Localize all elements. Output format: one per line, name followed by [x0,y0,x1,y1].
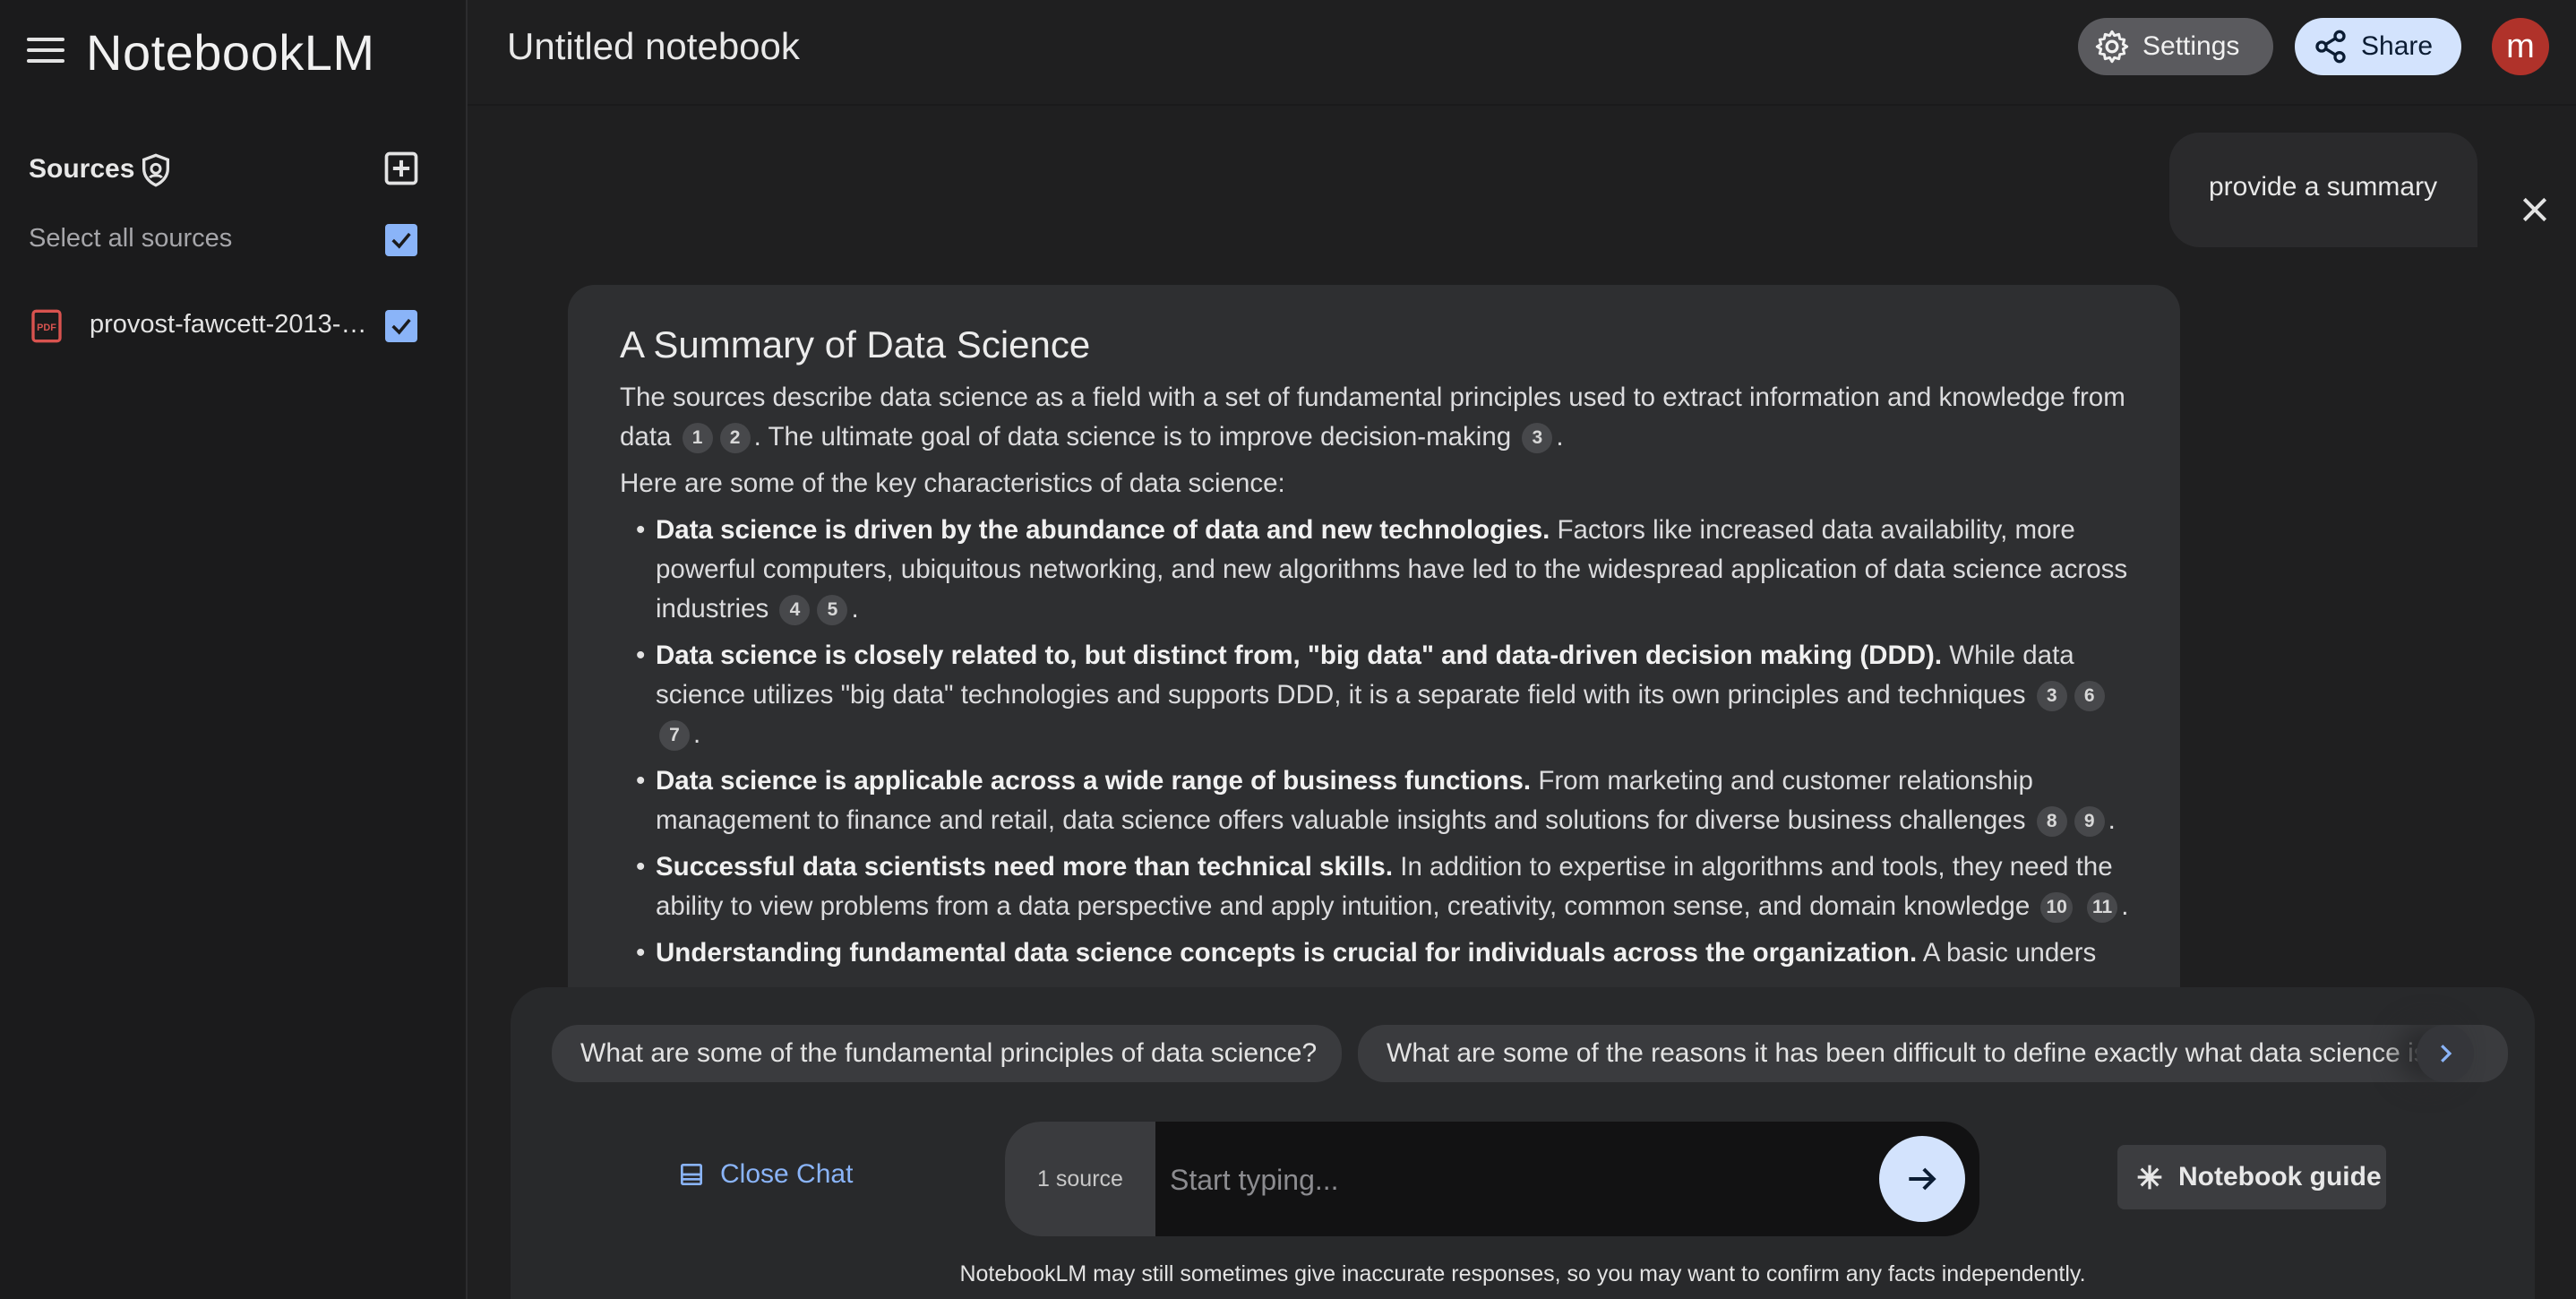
shield-icon[interactable] [138,152,174,188]
bullet-heading: Data science is driven by the abundance … [656,515,1550,545]
answer-card: A Summary of Data Science The sources de… [568,285,2180,1019]
notebook-guide-label: Notebook guide [2178,1162,2382,1191]
avatar[interactable]: m [2492,18,2549,75]
select-all-checkbox[interactable] [385,224,417,256]
share-icon [2315,30,2346,64]
answer-lead: Here are some of the key characteristics… [620,469,1285,498]
bullet-item: Data science is driven by the abundance … [620,511,2130,629]
answer-intro: The sources describe data science as a f… [620,378,2130,457]
source-name[interactable]: provost-fawcett-2013-data-science-and-it… [90,310,367,340]
arrow-right-icon [1909,1167,1936,1191]
suggestions-next-button[interactable] [2417,1025,2474,1082]
close-icon[interactable] [2517,192,2553,228]
citation-badge[interactable]: 7 [659,720,690,752]
close-chat-button[interactable]: Close Chat [677,1159,853,1190]
source-checkbox[interactable] [385,310,417,342]
bullet-item: Understanding fundamental data science c… [620,933,2130,973]
bullet-heading: Successful data scientists need more tha… [656,852,1394,882]
sidebar: NotebookLM Sources Select all sources PD… [0,0,468,1299]
bullet-heading: Understanding fundamental data science c… [656,938,1918,968]
notebook-guide-button[interactable]: Notebook guide [2117,1145,2386,1209]
citation-badge[interactable]: 9 [2074,806,2105,838]
citation-badge[interactable]: 8 [2036,806,2067,838]
header-divider [468,104,2576,106]
settings-label: Settings [2142,31,2240,61]
citation-badge[interactable]: 11 [2087,892,2118,924]
source-count-badge[interactable]: 1 source [1005,1122,1155,1236]
svg-text:PDF: PDF [37,323,56,333]
bullet-text: A basic unders [1917,938,2097,968]
citation-badge[interactable]: 10 [2040,892,2073,924]
chat-input-box: 1 source [1005,1122,1979,1236]
user-message: provide a summary [2169,133,2477,247]
bullet-item: Successful data scientists need more tha… [620,847,2130,926]
add-source-icon[interactable] [382,149,421,188]
citation-badge[interactable]: 3 [2036,681,2067,712]
send-button[interactable] [1879,1136,1965,1222]
check-icon [391,232,411,249]
select-all-label: Select all sources [29,224,233,253]
suggestion-chip[interactable]: What are some of the reasons it has been… [1358,1025,2508,1082]
citation-badge[interactable]: 6 [2074,681,2105,712]
bullet-heading: Data science is closely related to, but … [656,641,1943,670]
bullet-item: Data science is applicable across a wide… [620,761,2130,840]
citation-badge[interactable]: 1 [682,423,713,454]
pdf-icon: PDF [31,309,62,343]
citation-badge[interactable]: 3 [1522,423,1553,454]
answer-bullets: Data science is driven by the abundance … [620,511,2130,973]
intro-text: . [1556,422,1564,452]
chevron-right-icon [2441,1045,2452,1062]
citation-badge[interactable]: 5 [817,595,848,626]
share-label: Share [2361,31,2434,61]
notebook-title[interactable]: Untitled notebook [507,25,800,68]
chat-input-panel: What are some of the fundamental princip… [511,987,2535,1299]
citation-badge[interactable]: 2 [719,423,751,454]
settings-button[interactable]: Settings [2078,18,2273,75]
intro-text: . The ultimate goal of data science is t… [753,422,1512,452]
app-logo: NotebookLM [86,24,375,81]
suggestion-chip[interactable]: What are some of the fundamental princip… [552,1025,1342,1082]
gear-icon [2095,30,2129,64]
share-button[interactable]: Share [2295,18,2461,75]
check-icon [391,318,411,335]
bullet-item: Data science is closely related to, but … [620,636,2130,754]
chat-panel-icon [681,1164,702,1185]
sources-heading: Sources [29,154,135,184]
close-chat-label: Close Chat [720,1159,854,1189]
citation-badge[interactable]: 4 [779,595,811,626]
bullet-heading: Data science is applicable across a wide… [656,766,1532,796]
chat-input[interactable] [1168,1148,1870,1211]
answer-title: A Summary of Data Science [620,323,1091,366]
sparkle-icon [2137,1165,2162,1190]
disclaimer-text: NotebookLM may still sometimes give inac… [959,1261,2086,1286]
menu-icon[interactable] [27,38,64,68]
